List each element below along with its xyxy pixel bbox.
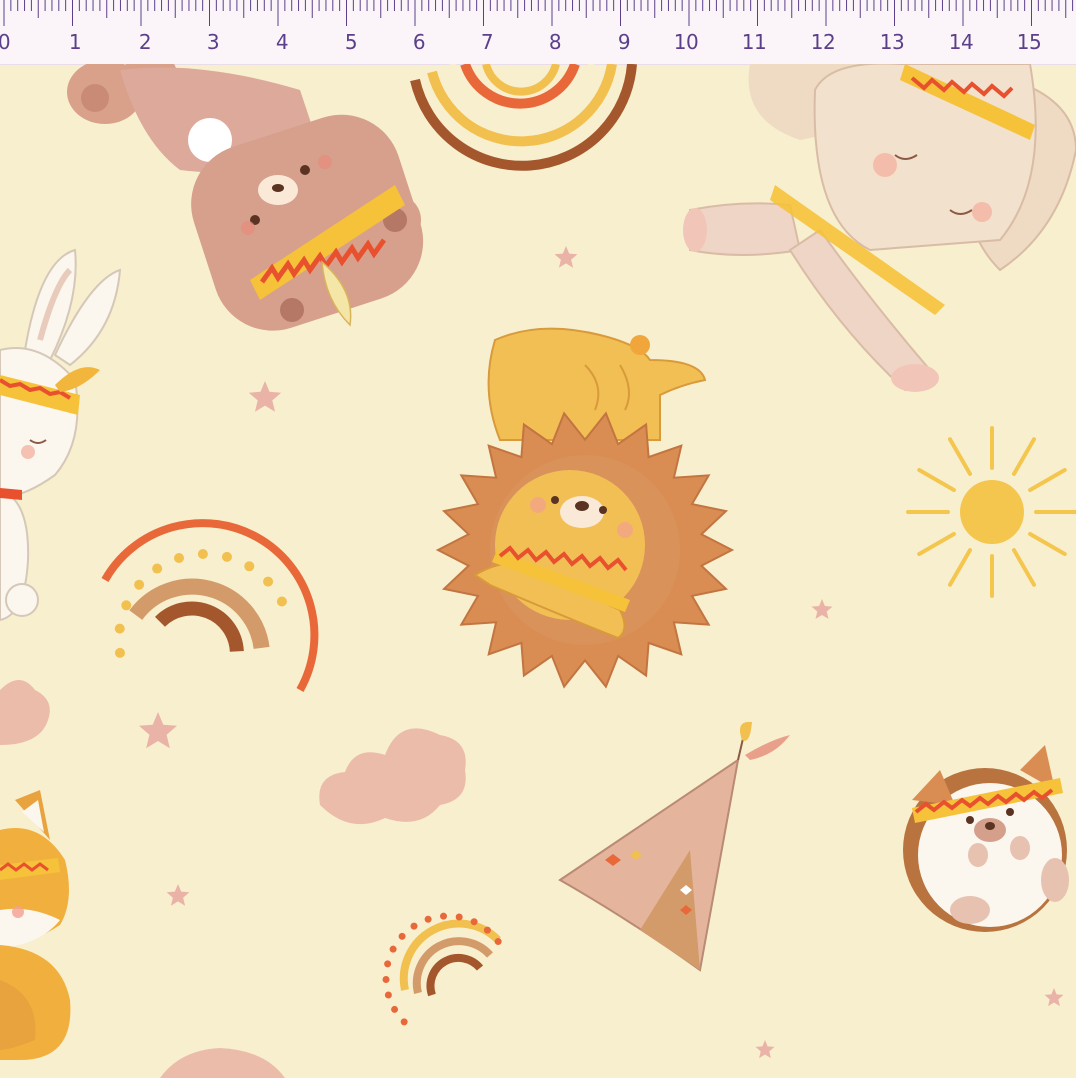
- rainbow-dot: [400, 1018, 408, 1026]
- rainbow-dot: [152, 563, 163, 574]
- sun-ray: [917, 468, 956, 492]
- pattern-artwork: [0, 64, 1076, 1078]
- star-icon: [248, 381, 282, 412]
- sun-icon: [906, 426, 1076, 598]
- sun-ray: [1028, 468, 1067, 492]
- star-icon: [1044, 988, 1064, 1007]
- ruler-number: 2: [138, 30, 152, 54]
- sun-ray: [917, 532, 956, 556]
- sun-ray: [1012, 437, 1036, 476]
- sun-ray: [948, 548, 972, 587]
- rainbow-dot: [384, 991, 392, 999]
- teepee-icon: [558, 721, 790, 972]
- ruler-number: 11: [741, 30, 767, 54]
- ruler-number: 6: [412, 30, 426, 54]
- ruler-number: 1: [68, 30, 82, 54]
- sun-ray: [948, 437, 972, 476]
- rainbow-dot: [263, 576, 274, 587]
- sun-ray: [1028, 532, 1067, 556]
- rainbow-dot: [174, 553, 185, 564]
- rainbow-dot: [276, 596, 287, 607]
- ruler-number: 0: [0, 30, 11, 54]
- rainbow-dot: [494, 938, 502, 946]
- ruler-number: 12: [810, 30, 836, 54]
- star-icon: [166, 884, 190, 906]
- elephant-icon: [683, 64, 1076, 392]
- rainbow-dot: [197, 549, 208, 560]
- ruler-ticks: [3, 0, 1074, 26]
- star-icon: [139, 712, 177, 749]
- rainbow-dot: [114, 623, 125, 634]
- cloud-icon: [0, 680, 50, 745]
- star-icon: [554, 246, 578, 268]
- rainbow-dot: [455, 913, 463, 921]
- rainbow-dot: [121, 600, 132, 611]
- rainbow-dot: [382, 975, 390, 983]
- ruler-number: 10: [673, 30, 699, 54]
- hedgehog-icon: [903, 745, 1069, 932]
- fox-icon: [0, 790, 71, 1060]
- ruler-number: 7: [480, 30, 494, 54]
- rainbow-dot: [114, 647, 125, 658]
- rainbow-dot: [244, 561, 255, 572]
- rainbow-dot: [424, 915, 432, 923]
- fabric-print-canvas: 0 1 2 3 4 5 6 7 8 9 10 11 12 13 14 15: [0, 0, 1076, 1078]
- ruler-number: 15: [1016, 30, 1042, 54]
- ruler-number: 9: [617, 30, 631, 54]
- star-icon: [811, 599, 833, 619]
- ruler-number: 3: [206, 30, 220, 54]
- rainbow-dot: [398, 932, 406, 940]
- bear-icon: [67, 64, 424, 331]
- rainbow-dot: [483, 926, 491, 934]
- star-icon: [755, 1040, 775, 1059]
- bunny-icon: [0, 248, 122, 622]
- lion-icon: [435, 327, 735, 689]
- rainbow-dot: [134, 579, 145, 590]
- sun-ray: [1012, 548, 1036, 587]
- rainbow-icon: [382, 912, 502, 1026]
- ruler-number: 14: [948, 30, 974, 54]
- rainbow-dot: [221, 551, 232, 562]
- ruler-number: 13: [879, 30, 905, 54]
- ruler-number: 5: [344, 30, 358, 54]
- rainbow-dot: [440, 912, 448, 920]
- rainbow-dot: [410, 922, 418, 930]
- ruler-number: 4: [275, 30, 289, 54]
- rainbow-icon: [101, 519, 319, 692]
- ruler-number: 8: [548, 30, 562, 54]
- measuring-ruler: 0 1 2 3 4 5 6 7 8 9 10 11 12 13 14 15: [0, 0, 1076, 65]
- rainbow-dot: [384, 960, 392, 968]
- rainbow-dot: [470, 918, 478, 926]
- cloud-icon: [160, 1048, 285, 1078]
- rainbow-icon: [410, 64, 637, 171]
- cloud-icon: [319, 728, 466, 825]
- rainbow-dot: [391, 1005, 399, 1013]
- rainbow-dot: [389, 945, 397, 953]
